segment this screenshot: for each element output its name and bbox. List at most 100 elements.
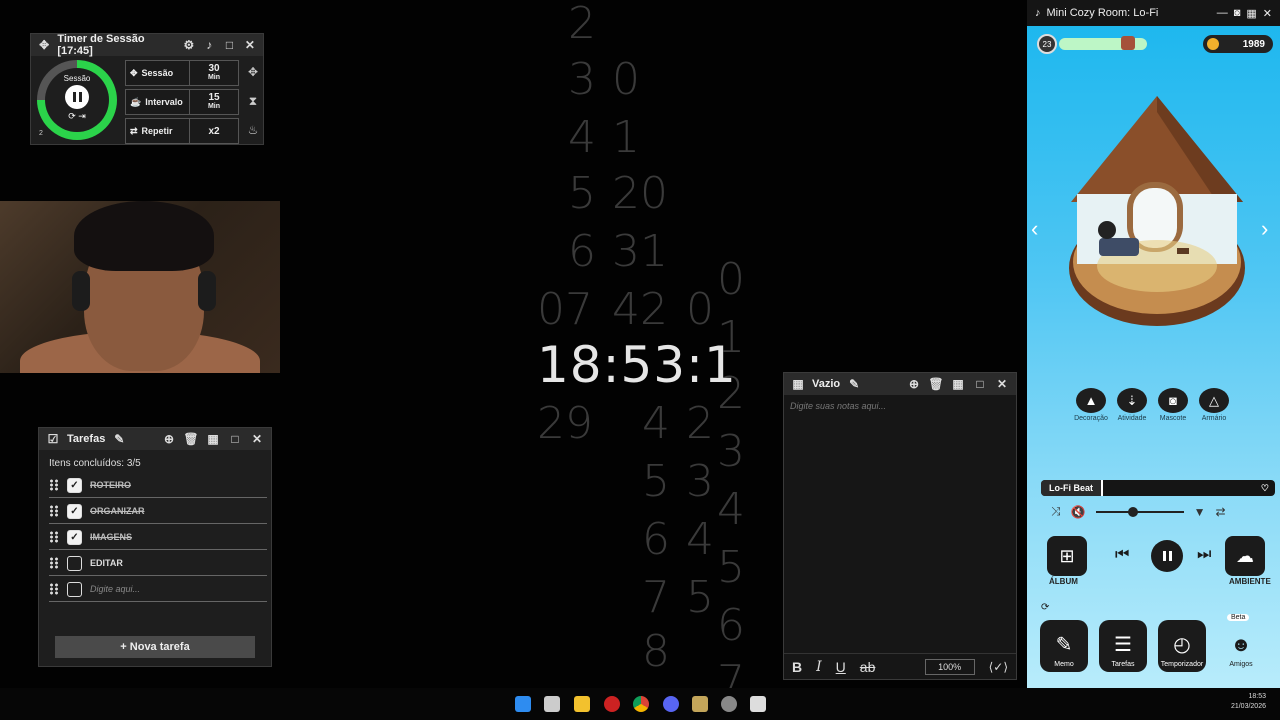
task-checkbox[interactable]: ✓ [67,477,82,493]
interval-length-row[interactable]: ☕ Intervalo 15 Min [125,89,239,115]
task-row[interactable]: ✓ IMAGENS [49,525,267,550]
sound-icon[interactable]: ♨ [245,123,261,139]
wardrobe-button[interactable]: △ Armário [1196,388,1232,422]
shuffle-icon[interactable]: ⤨ [1051,504,1061,519]
move-icon[interactable]: ✥ [37,37,51,53]
session-length-row[interactable]: ✥ Sessão 30 Min [125,60,239,86]
trash-icon[interactable]: 🗑 [183,431,199,447]
clock-digit: 0 [686,284,714,335]
play-pause-button[interactable] [1151,540,1183,572]
favorite-icon[interactable]: ♡ [1261,483,1275,494]
italic-button[interactable]: I [816,659,822,675]
grid-icon[interactable]: ▦ [1246,7,1256,20]
memo-icon: ✎ [1055,634,1073,656]
refresh-icon[interactable]: ⟳ [1041,602,1049,613]
timer-titlebar[interactable]: ✥ Timer de Sessão [17:45] ⚙ ♪ □ ✕ [31,33,263,57]
repeat-icon[interactable]: ⇄ [1215,505,1225,519]
tasks-button[interactable]: ☰ Tarefas [1099,620,1147,672]
gift-icon[interactable] [1121,36,1135,50]
decoration-button[interactable]: ▲ Decoração [1073,388,1109,422]
task-checkbox[interactable]: ✓ [67,529,82,545]
task-checkbox[interactable] [67,581,82,597]
close-icon[interactable]: ✕ [243,37,257,53]
add-icon[interactable]: ⊕ [906,376,922,392]
drag-handle-icon[interactable] [49,479,59,491]
music-icon[interactable]: ♪ [202,37,216,53]
edit-icon[interactable]: ✎ [846,376,862,392]
grid-icon[interactable]: ▦ [205,431,221,447]
previous-track-icon[interactable]: ⏮ [1115,546,1129,564]
clock-digit: 4 [686,514,714,565]
zoom-select[interactable]: 100% [924,658,975,675]
task-row[interactable]: ✓ ROTEIRO [49,473,267,498]
file-explorer-icon[interactable] [574,696,590,712]
edit-icon[interactable]: ✎ [111,431,127,447]
new-task-input[interactable]: Digite aqui... [90,584,140,594]
add-icon[interactable]: ⊕ [161,431,177,447]
underline-button[interactable]: U [836,659,846,675]
drag-handle-icon[interactable] [49,505,59,517]
task-row[interactable]: ✓ ORGANIZAR [49,499,267,524]
memo-button[interactable]: ✎ Memo [1040,620,1088,672]
notes-titlebar[interactable]: ▦ Vazio ✎ ⊕ 🗑 ▦ □ ✕ [784,373,1016,395]
drag-handle-icon[interactable] [49,531,59,543]
maximize-icon[interactable]: □ [227,431,243,447]
settings-icon[interactable]: ⚙ [182,37,196,53]
strikethrough-button[interactable]: ab [860,659,876,675]
bold-button[interactable]: B [792,659,802,675]
grid-icon[interactable]: ▦ [950,376,966,392]
system-clock[interactable]: 18:53 21/03/2026 [1231,692,1266,712]
tasks-titlebar[interactable]: ☑ Tarefas ✎ ⊕ 🗑 ▦ □ ✕ [39,428,271,450]
timer-button[interactable]: ◴ Temporizador [1158,620,1206,672]
maximize-icon[interactable]: □ [222,37,236,53]
cozy-room-icon[interactable] [750,696,766,712]
settings-icon[interactable] [721,696,737,712]
drag-handle-icon[interactable] [49,583,59,595]
room-titlebar[interactable]: ♪ Mini Cozy Room: Lo-Fi — ◙ ▦ ✕ [1027,0,1280,26]
task-row[interactable]: EDITAR [49,551,267,576]
ambient-label: AMBIENTE [1229,577,1271,586]
clock-digit: 6 [642,514,670,565]
friends-button[interactable]: ☻ Amigos [1217,620,1265,672]
task-checkbox[interactable]: ✓ [67,503,82,519]
repeat-row[interactable]: ⇄ Repetir x2 [125,118,239,144]
hourglass-icon[interactable]: ⧗ [245,94,261,110]
store-icon[interactable] [544,696,560,712]
pet-button[interactable]: ◙ Mascote [1155,388,1191,422]
trash-icon[interactable]: 🗑 [928,376,944,392]
close-icon[interactable]: ✕ [994,376,1010,392]
start-icon[interactable] [515,696,531,712]
new-task-row[interactable]: Digite aqui... [49,577,267,602]
app-icon[interactable] [692,696,708,712]
close-icon[interactable]: ✕ [1263,7,1272,20]
ambient-button[interactable]: ☁ [1225,536,1265,576]
coin-counter[interactable]: 1989 [1203,35,1273,53]
mute-icon[interactable]: 🔇 [1071,505,1086,519]
add-task-button[interactable]: + Nova tarefa [55,636,255,658]
album-button[interactable]: ⊞ [1047,536,1087,576]
notes-textarea[interactable]: Digite suas notas aqui... [784,395,1016,417]
dropdown-icon[interactable]: ▼ [1194,505,1206,519]
track-selector[interactable]: Lo-Fi Beat ♡ [1041,480,1275,496]
volume-slider[interactable] [1095,506,1184,517]
next-track-icon[interactable]: ⏭ [1197,546,1211,564]
level-badge[interactable]: 23 [1037,34,1057,54]
friends-icon: ☻ [1230,634,1252,656]
reset-icon[interactable]: ⟳ ⇥ [68,111,86,122]
drag-handle-icon[interactable] [49,557,59,569]
recorder-icon[interactable] [604,696,620,712]
maximize-icon[interactable]: □ [972,376,988,392]
discord-icon[interactable] [663,696,679,712]
activity-button[interactable]: ⇣ Atividade [1114,388,1150,422]
session-adjust-icon[interactable]: ✥ [245,65,261,81]
previous-room-icon[interactable]: ‹ [1031,216,1038,242]
minimize-icon[interactable]: — [1217,7,1228,19]
window [1133,188,1177,248]
next-room-icon[interactable]: › [1261,216,1268,242]
chrome-icon[interactable] [633,696,649,712]
pause-button[interactable] [65,85,89,109]
task-checkbox[interactable] [67,555,82,571]
screenshot-icon[interactable]: ◙ [1234,7,1241,19]
close-icon[interactable]: ✕ [249,431,265,447]
spellcheck-icon[interactable]: ⟨✓⟩ [989,660,1008,674]
